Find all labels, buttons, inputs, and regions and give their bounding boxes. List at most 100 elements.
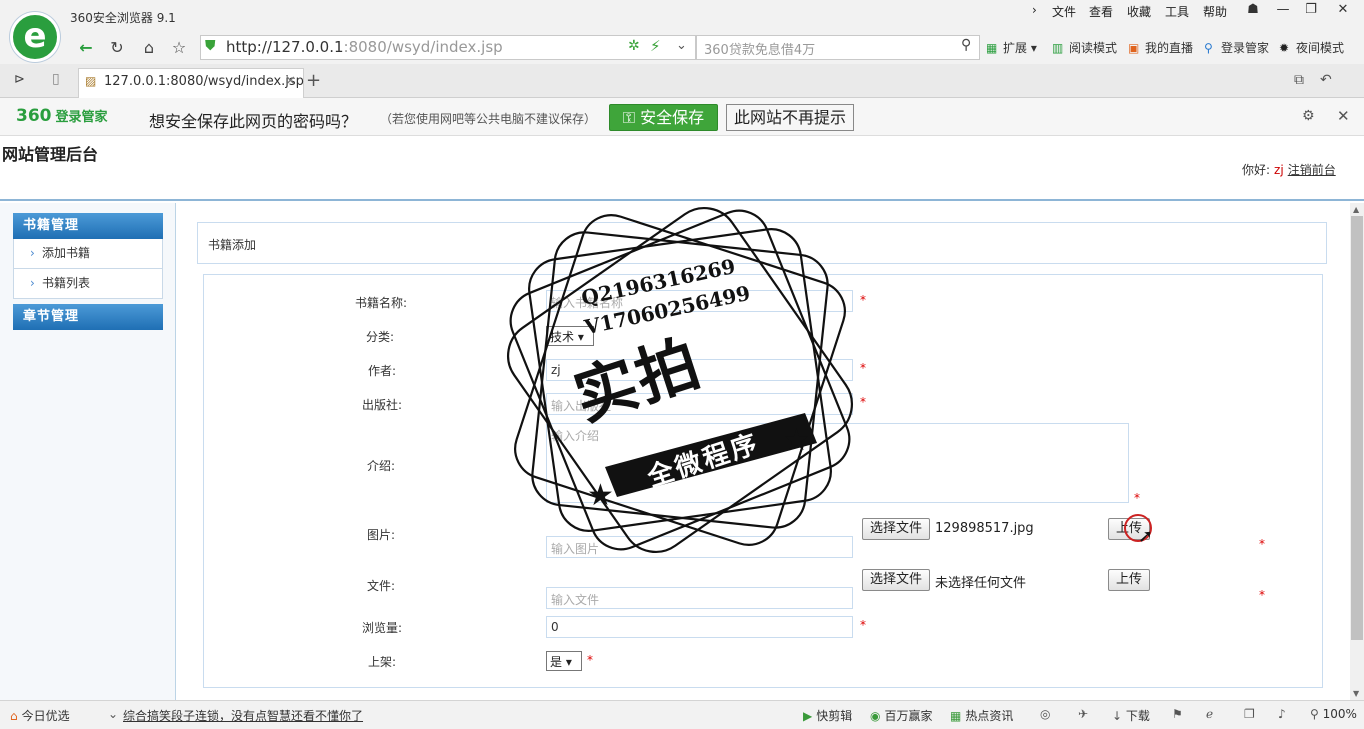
- extensions-button[interactable]: ▦ 扩展 ▾: [986, 39, 1037, 56]
- scroll-up-icon[interactable]: ▲: [1353, 205, 1359, 214]
- status-window-icon[interactable]: ❐: [1244, 707, 1255, 721]
- required-mark: *: [860, 293, 866, 307]
- status-flag-icon[interactable]: ⚑: [1172, 707, 1183, 721]
- window-close-icon[interactable]: ✕: [1330, 2, 1356, 20]
- mobile-icon[interactable]: ▯: [52, 71, 60, 87]
- svg-text:★: ★: [783, 423, 810, 458]
- menu-help[interactable]: 帮助: [1203, 3, 1227, 20]
- menu-chevron-icon[interactable]: ›: [1032, 3, 1037, 17]
- label-category: 分类:: [365, 330, 394, 344]
- label-shelf: 上架:: [367, 655, 396, 669]
- sidebar-chapter-management[interactable]: 章节管理: [13, 304, 163, 330]
- new-tab-icon[interactable]: +: [306, 70, 321, 91]
- status-volume-icon[interactable]: ♪: [1278, 707, 1286, 721]
- site-title: 网站管理后台: [2, 145, 99, 164]
- choose-image-button[interactable]: 选择文件: [862, 518, 930, 540]
- zoom-icon: ⚲: [1310, 707, 1323, 721]
- never-remind-button[interactable]: 此网站不再提示: [726, 104, 854, 131]
- status-browser-icon[interactable]: ◎: [1040, 707, 1050, 721]
- menu-file[interactable]: 文件: [1052, 3, 1076, 20]
- browser-logo-icon: e: [10, 12, 60, 62]
- password-bar-close-icon[interactable]: ✕: [1337, 107, 1350, 125]
- browser-titlebar: [0, 0, 1364, 34]
- panel-title: 书籍添加: [208, 238, 257, 252]
- back-icon[interactable]: ←: [74, 37, 98, 59]
- required-mark: *: [1259, 588, 1265, 602]
- save-password-button[interactable]: ⚿ 安全保存: [609, 104, 718, 131]
- image-file-name: 129898517.jpg: [935, 521, 1034, 536]
- key-icon: ⚿: [622, 108, 641, 127]
- logout-link[interactable]: 注销: [1288, 163, 1312, 177]
- label-book-name: 书籍名称:: [354, 296, 407, 310]
- upload-file-button[interactable]: 上传: [1108, 569, 1150, 591]
- login-manager-button[interactable]: ⚲ 登录管家: [1204, 39, 1269, 56]
- favorite-star-icon[interactable]: ☆: [167, 37, 191, 59]
- password-question: 想安全保存此网页的密码吗？: [149, 112, 358, 131]
- maximize-icon[interactable]: ❐: [1298, 2, 1324, 20]
- menu-tools[interactable]: 工具: [1165, 3, 1189, 20]
- sidebar-item-add-book[interactable]: 添加书籍: [13, 239, 163, 269]
- status-millionaire[interactable]: ◉ 百万赢家: [870, 707, 933, 724]
- news-chevron-icon[interactable]: ⌄: [108, 707, 118, 721]
- required-mark: *: [1134, 491, 1140, 505]
- status-ie-icon[interactable]: ℯ: [1206, 707, 1213, 721]
- status-zoom[interactable]: ⚲ 100%: [1310, 707, 1357, 721]
- app-title: 360安全浏览器 9.1: [70, 11, 176, 25]
- search-placeholder[interactable]: 360贷款免息借4万: [704, 39, 815, 58]
- label-publisher: 出版社:: [361, 398, 402, 412]
- skin-icon[interactable]: ☗: [1240, 2, 1266, 20]
- label-file: 文件:: [366, 579, 395, 593]
- download-icon: ↓: [1112, 709, 1126, 723]
- address-dropdown-icon[interactable]: ⌄: [676, 38, 687, 53]
- shelf-select[interactable]: 是 ▾: [546, 651, 582, 671]
- menu-view[interactable]: 查看: [1089, 3, 1113, 20]
- home-icon[interactable]: ⌂: [137, 37, 161, 59]
- tab-list-icon[interactable]: ⧉: [1294, 72, 1304, 88]
- scrollbar-thumb[interactable]: [1351, 216, 1363, 640]
- views-input[interactable]: 0: [546, 616, 853, 638]
- night-mode-button[interactable]: ✹ 夜间模式: [1279, 39, 1344, 56]
- tab-title[interactable]: 127.0.0.1:8080/wsyd/index.jsp: [104, 74, 304, 89]
- required-mark: *: [587, 653, 593, 667]
- password-note: （若您使用网吧等公共电脑不建议保存）: [380, 112, 597, 126]
- site-header: [0, 137, 1364, 201]
- username: zj: [1274, 163, 1284, 177]
- today-picks[interactable]: ⌂ 今日优选: [10, 707, 70, 724]
- status-download[interactable]: ↓ 下载: [1112, 707, 1150, 724]
- search-icon[interactable]: ⚲: [961, 37, 971, 53]
- speed-icon[interactable]: ✲: [628, 38, 640, 54]
- status-plane-icon[interactable]: ✈: [1078, 707, 1088, 721]
- status-quick-edit[interactable]: ▶ 快剪辑: [803, 707, 852, 724]
- live-button[interactable]: ▣ 我的直播: [1128, 39, 1193, 56]
- sidebar-toggle-icon[interactable]: ⊳: [14, 72, 25, 87]
- no-file-text: 未选择任何文件: [935, 576, 1027, 591]
- sidebar-book-management[interactable]: 书籍管理: [13, 213, 163, 239]
- scroll-down-icon[interactable]: ▼: [1353, 689, 1359, 698]
- reading-mode-button[interactable]: ▥ 阅读模式: [1052, 39, 1117, 56]
- label-views: 浏览量:: [361, 621, 402, 635]
- address-text[interactable]: http://127.0.0.1:8080/wsyd/index.jsp: [226, 38, 503, 56]
- front-link[interactable]: 前台: [1312, 163, 1336, 177]
- label-intro: 介绍:: [366, 459, 395, 473]
- status-hot-news[interactable]: ▦ 热点资讯: [950, 707, 1013, 724]
- undo-close-icon[interactable]: ↶: [1320, 72, 1332, 88]
- required-mark: *: [1259, 537, 1265, 551]
- refresh-icon[interactable]: ↻: [105, 37, 129, 59]
- mouse-cursor-icon: ➚: [1138, 526, 1154, 547]
- choose-file-button[interactable]: 选择文件: [862, 569, 930, 591]
- user-greeting: 你好: zj 注销前台: [1242, 163, 1336, 177]
- label-image: 图片:: [366, 528, 395, 542]
- file-input[interactable]: 输入文件: [546, 587, 853, 609]
- page-favicon-icon: ▨: [85, 74, 97, 88]
- news-ticker[interactable]: 综合搞笑段子连锁，没有点智慧还看不懂你了: [123, 707, 363, 724]
- settings-gear-icon[interactable]: ⚙: [1302, 108, 1315, 124]
- minimize-icon[interactable]: —: [1270, 2, 1296, 20]
- tab-close-icon[interactable]: ✕: [285, 74, 296, 89]
- sidebar-item-book-list[interactable]: 书籍列表: [13, 269, 163, 299]
- menu-favorites[interactable]: 收藏: [1127, 3, 1151, 20]
- security-shield-icon: ⛊: [205, 38, 216, 54]
- lightning-icon[interactable]: ⚡: [650, 37, 661, 55]
- label-author: 作者:: [367, 364, 396, 378]
- required-mark: *: [860, 618, 866, 632]
- login-manager-brand: 360 登录管家: [16, 106, 108, 126]
